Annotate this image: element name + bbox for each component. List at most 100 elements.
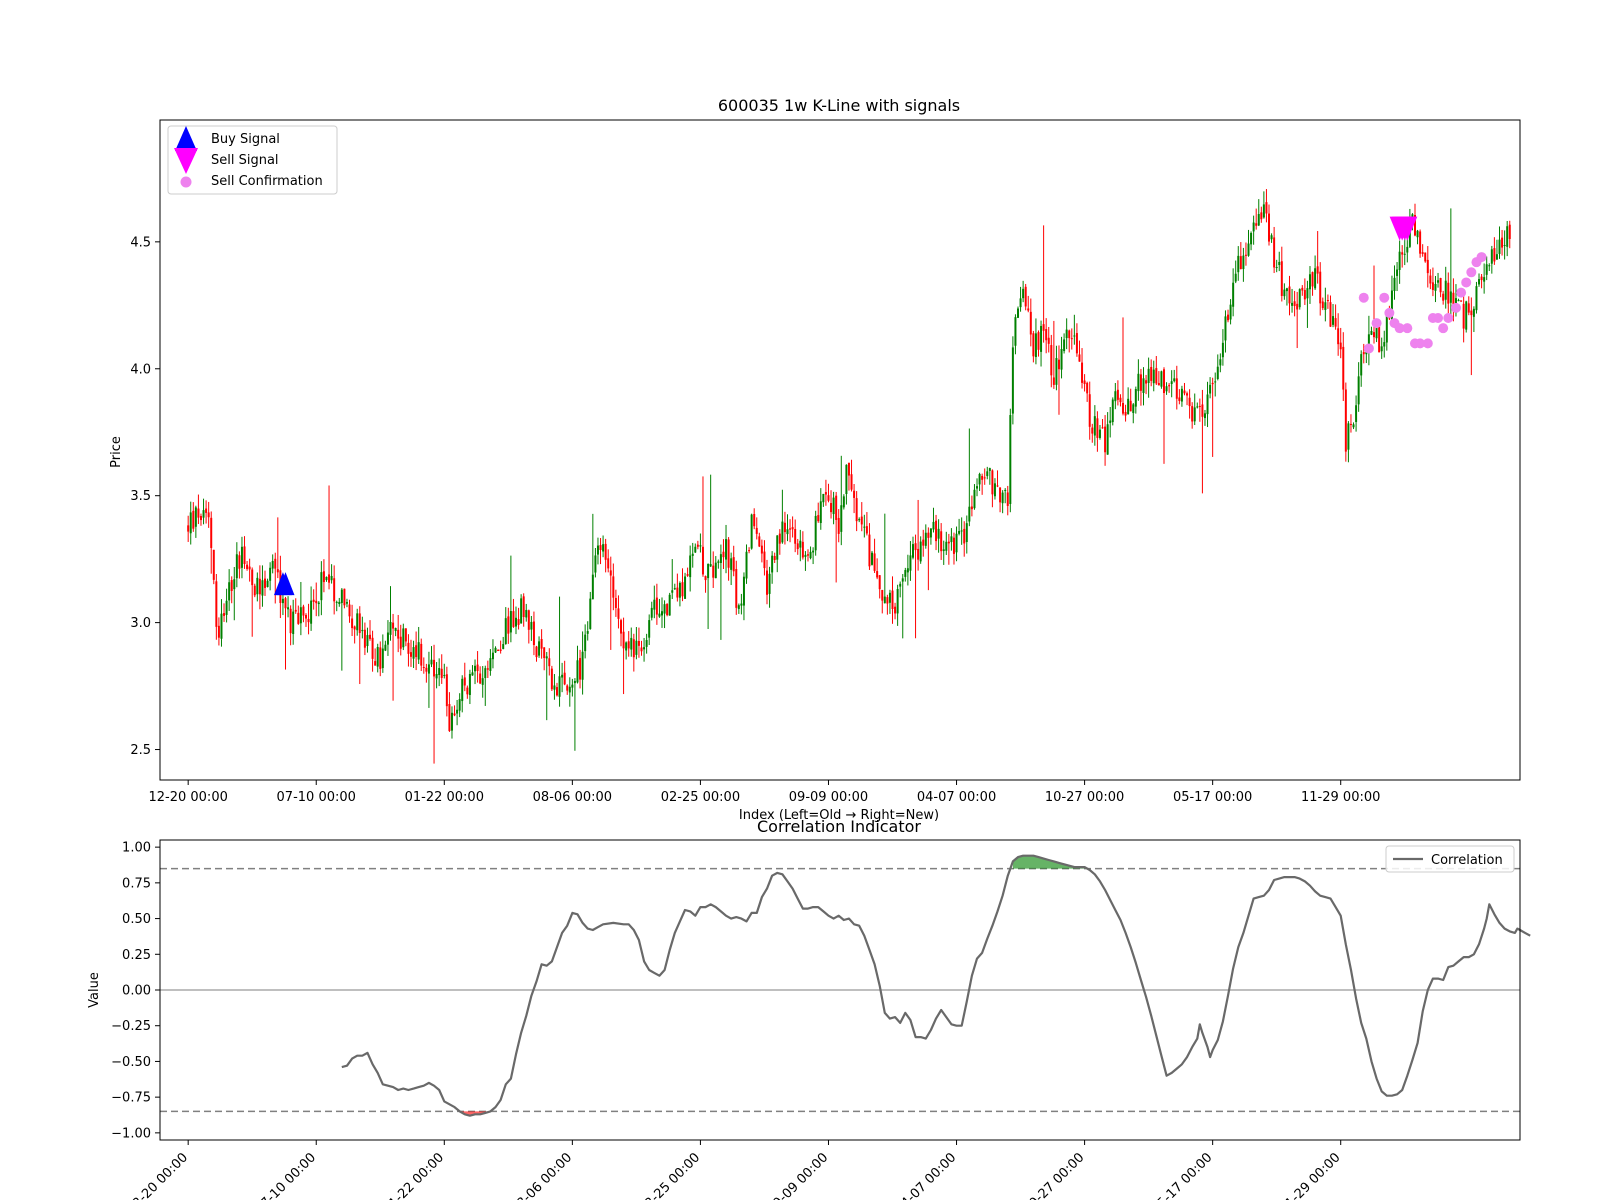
candle-body [397,629,400,639]
correlation-xtick-label: 08-06 00:00 [508,1150,575,1200]
candle-body [760,545,763,554]
candle-body [1285,288,1288,292]
candle-body [791,527,794,530]
candle-body [686,574,689,576]
candle-body [1501,237,1504,248]
candle-body [1488,265,1491,267]
candle-body [356,613,359,631]
candle-body [1462,303,1465,329]
candle-body [1270,235,1273,240]
candle-body [783,522,786,533]
candle-body [1444,280,1447,300]
candle-body [484,668,487,679]
candle-body [1467,303,1470,313]
candle-body [343,588,346,606]
candle-body [855,498,858,522]
candle-body [479,673,482,684]
kline-legend: Buy Signal Sell Signal Sell Confirmation [167,125,338,195]
candle-body [1431,282,1434,290]
kline-xtick-label: 09-09 00:00 [789,790,868,805]
candle-body [520,598,523,624]
candle-body [1004,489,1007,491]
candle-body [522,596,525,617]
candle-body [1406,246,1409,253]
candle-body [243,546,246,564]
candle-body [1139,374,1142,391]
candle-body [1265,202,1268,214]
candle-body [1352,424,1355,428]
candle-body [591,574,594,600]
candle-body [786,529,789,535]
candle-body [407,642,410,654]
candle-body [1342,346,1345,390]
candle-body [1040,325,1043,352]
kline-xtick-label: 05-17 00:00 [1173,790,1252,805]
candle-body [640,647,643,652]
candle-body [223,613,226,616]
candle-body [207,512,210,518]
candle-body [1104,426,1107,453]
candle-body [425,667,428,672]
candle-body [1203,413,1206,419]
candle-body [205,508,208,513]
candle-body [1114,391,1117,402]
candle-body [878,575,881,590]
candle-body [922,539,925,546]
candle-body [1206,394,1209,415]
candle-body [1283,289,1286,297]
candle-body [1019,298,1022,308]
candle-body [1093,416,1096,436]
candle-body [1024,286,1027,307]
candle-body [860,516,863,525]
candle-body [1362,352,1365,355]
candle-body [384,644,387,651]
kline-ytick-label: 4.5 [130,235,151,250]
candle-body [258,578,261,595]
candle-body [1278,261,1281,266]
candle-body [986,471,989,477]
candle-body [763,551,766,569]
candle-body [1250,232,1253,245]
candle-body [1096,418,1099,438]
candle-body [911,544,914,558]
candle-body [389,621,392,635]
candle-body [1242,255,1245,270]
kline-axes-frame [159,119,1521,781]
candle-body [433,659,436,677]
candle-body [1449,291,1452,303]
kline-ylabel: Price [109,436,124,468]
candle-body [328,574,331,583]
candle-body [837,517,840,534]
candle-body [658,613,661,617]
candle-body [1183,390,1186,394]
legend-sell-signal: Sell Signal [211,153,279,168]
candle-body [202,510,205,518]
candle-body [850,474,853,490]
correlation-ytick-label: −1.00 [111,1126,151,1141]
candle-body [1088,394,1091,427]
candle-body [281,598,284,604]
candle-body [276,569,279,573]
candle-body [392,622,395,629]
candle-body [937,528,940,539]
kline-panel: 600035 1w K-Line with signals 2.5 3.0 3.5 4… [109,96,1521,823]
candle-body [942,549,945,552]
candle-body [1083,380,1086,385]
sell-confirmation-marker [1363,343,1374,354]
candle-body [538,641,541,656]
candle-body [932,521,935,530]
candle-body [228,582,231,601]
candle-body [917,548,920,560]
candle-body [804,554,807,557]
candle-body [1260,212,1263,220]
kline-xtick-label: 08-06 00:00 [533,790,612,805]
candle-body [246,564,249,569]
candle-body [635,640,638,655]
candle-body [563,672,566,685]
candle-body [732,557,735,572]
candle-body [653,599,656,610]
candle-body [1029,311,1032,335]
candle-body [530,621,533,630]
candle-body [1439,278,1442,293]
candle-body [899,583,902,587]
